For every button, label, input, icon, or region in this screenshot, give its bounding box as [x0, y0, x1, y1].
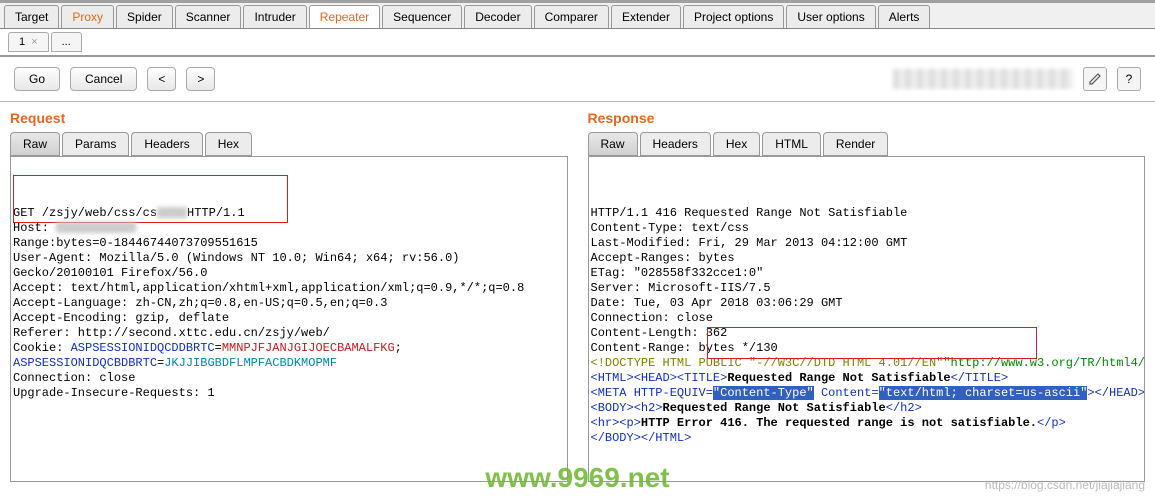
main-tab-repeater[interactable]: Repeater [309, 5, 380, 28]
response-line: Last-Modified: Fri, 29 Mar 2013 04:12:00… [591, 236, 1143, 251]
response-tab-render[interactable]: Render [823, 132, 888, 156]
request-line: User-Agent: Mozilla/5.0 (Windows NT 10.0… [13, 251, 565, 266]
response-line: Content-Length: 362 [591, 326, 1143, 341]
response-line: <!DOCTYPE HTML PUBLIC "-//W3C//DTD HTML … [591, 356, 1143, 371]
response-line: Accept-Ranges: bytes [591, 251, 1143, 266]
request-line: Range:bytes=0-18446744073709551615 [13, 236, 565, 251]
request-line: Cookie: ASPSESSIONIDQCDDBRTC=MMNPJFJANJG… [13, 341, 565, 356]
action-bar: Go Cancel < > ? [0, 57, 1155, 102]
main-tab-user-options[interactable]: User options [786, 5, 875, 28]
main-tab-spider[interactable]: Spider [116, 5, 173, 28]
response-line: <META HTTP-EQUIV="Content-Type" Content=… [591, 386, 1143, 401]
response-line: Server: Microsoft-IIS/7.5 [591, 281, 1143, 296]
request-tab-raw[interactable]: Raw [10, 132, 60, 156]
main-tab-comparer[interactable]: Comparer [534, 5, 609, 28]
request-line: Accept-Encoding: gzip, deflate [13, 311, 565, 326]
response-tab-html[interactable]: HTML [762, 132, 821, 156]
help-icon[interactable]: ? [1117, 67, 1141, 91]
response-line: Content-Range: bytes */130 [591, 341, 1143, 356]
request-body[interactable]: GET /zsjy/web/css/csHTTP/1.1Host: Range:… [10, 156, 568, 482]
response-tab-raw[interactable]: Raw [588, 132, 638, 156]
request-line: Gecko/20100101 Firefox/56.0 [13, 266, 565, 281]
next-button[interactable]: > [186, 67, 215, 91]
main-tab-scanner[interactable]: Scanner [175, 5, 242, 28]
response-line: HTTP/1.1 416 Requested Range Not Satisfi… [591, 206, 1143, 221]
main-tab-project-options[interactable]: Project options [683, 5, 784, 28]
cancel-button[interactable]: Cancel [70, 67, 137, 91]
request-line: GET /zsjy/web/css/csHTTP/1.1 [13, 206, 565, 221]
request-line: ASPSESSIONIDQCBDBRTC=JKJJIBGBDFLMPFACBDK… [13, 356, 565, 371]
response-pane: Response RawHeadersHexHTMLRender HTTP/1.… [578, 102, 1155, 482]
request-line: Host: [13, 221, 565, 236]
response-line: </BODY></HTML> [591, 431, 1143, 446]
sub-tab-1[interactable]: 1 × [8, 32, 49, 52]
response-tab-hex[interactable]: Hex [713, 132, 760, 156]
main-tabs: TargetProxySpiderScannerIntruderRepeater… [0, 3, 1155, 29]
request-tabs: RawParamsHeadersHex [10, 132, 568, 156]
main-tab-extender[interactable]: Extender [611, 5, 681, 28]
watermark-right: https://blog.csdn.net/jiajiajiang [985, 478, 1145, 492]
request-tab-headers[interactable]: Headers [131, 132, 202, 156]
request-tab-hex[interactable]: Hex [205, 132, 252, 156]
request-line: Connection: close [13, 371, 565, 386]
request-pane: Request RawParamsHeadersHex GET /zsjy/we… [0, 102, 578, 482]
request-line: Accept-Language: zh-CN,zh;q=0.8,en-US;q=… [13, 296, 565, 311]
request-tab-params[interactable]: Params [62, 132, 129, 156]
response-line: Date: Tue, 03 Apr 2018 03:06:29 GMT [591, 296, 1143, 311]
main-tab-decoder[interactable]: Decoder [464, 5, 531, 28]
request-line: Referer: http://second.xttc.edu.cn/zsjy/… [13, 326, 565, 341]
main-tab-intruder[interactable]: Intruder [243, 5, 306, 28]
edit-icon[interactable] [1083, 67, 1107, 91]
response-tab-headers[interactable]: Headers [640, 132, 711, 156]
main-tab-proxy[interactable]: Proxy [61, 5, 114, 28]
prev-button[interactable]: < [147, 67, 176, 91]
response-line: <hr><p>HTTP Error 416. The requested ran… [591, 416, 1143, 431]
response-line: <BODY><h2>Requested Range Not Satisfiabl… [591, 401, 1143, 416]
response-title: Response [588, 106, 1146, 132]
main-tab-alerts[interactable]: Alerts [878, 5, 931, 28]
close-icon[interactable]: × [31, 36, 37, 48]
target-host-blurred [893, 69, 1073, 89]
go-button[interactable]: Go [14, 67, 60, 91]
request-title: Request [10, 106, 568, 132]
response-line: <HTML><HEAD><TITLE>Requested Range Not S… [591, 371, 1143, 386]
response-line: Content-Type: text/css [591, 221, 1143, 236]
response-tabs: RawHeadersHexHTMLRender [588, 132, 1146, 156]
request-line: Accept: text/html,application/xhtml+xml,… [13, 281, 565, 296]
repeater-sub-tabs: 1 × ... [0, 29, 1155, 57]
watermark-center: www.9969.net [485, 462, 669, 494]
request-line: Upgrade-Insecure-Requests: 1 [13, 386, 565, 401]
response-line: Connection: close [591, 311, 1143, 326]
response-line: ETag: "028558f332cce1:0" [591, 266, 1143, 281]
main-tab-target[interactable]: Target [4, 5, 59, 28]
response-body[interactable]: HTTP/1.1 416 Requested Range Not Satisfi… [588, 156, 1146, 482]
sub-tab-new[interactable]: ... [51, 32, 82, 52]
main-tab-sequencer[interactable]: Sequencer [382, 5, 462, 28]
